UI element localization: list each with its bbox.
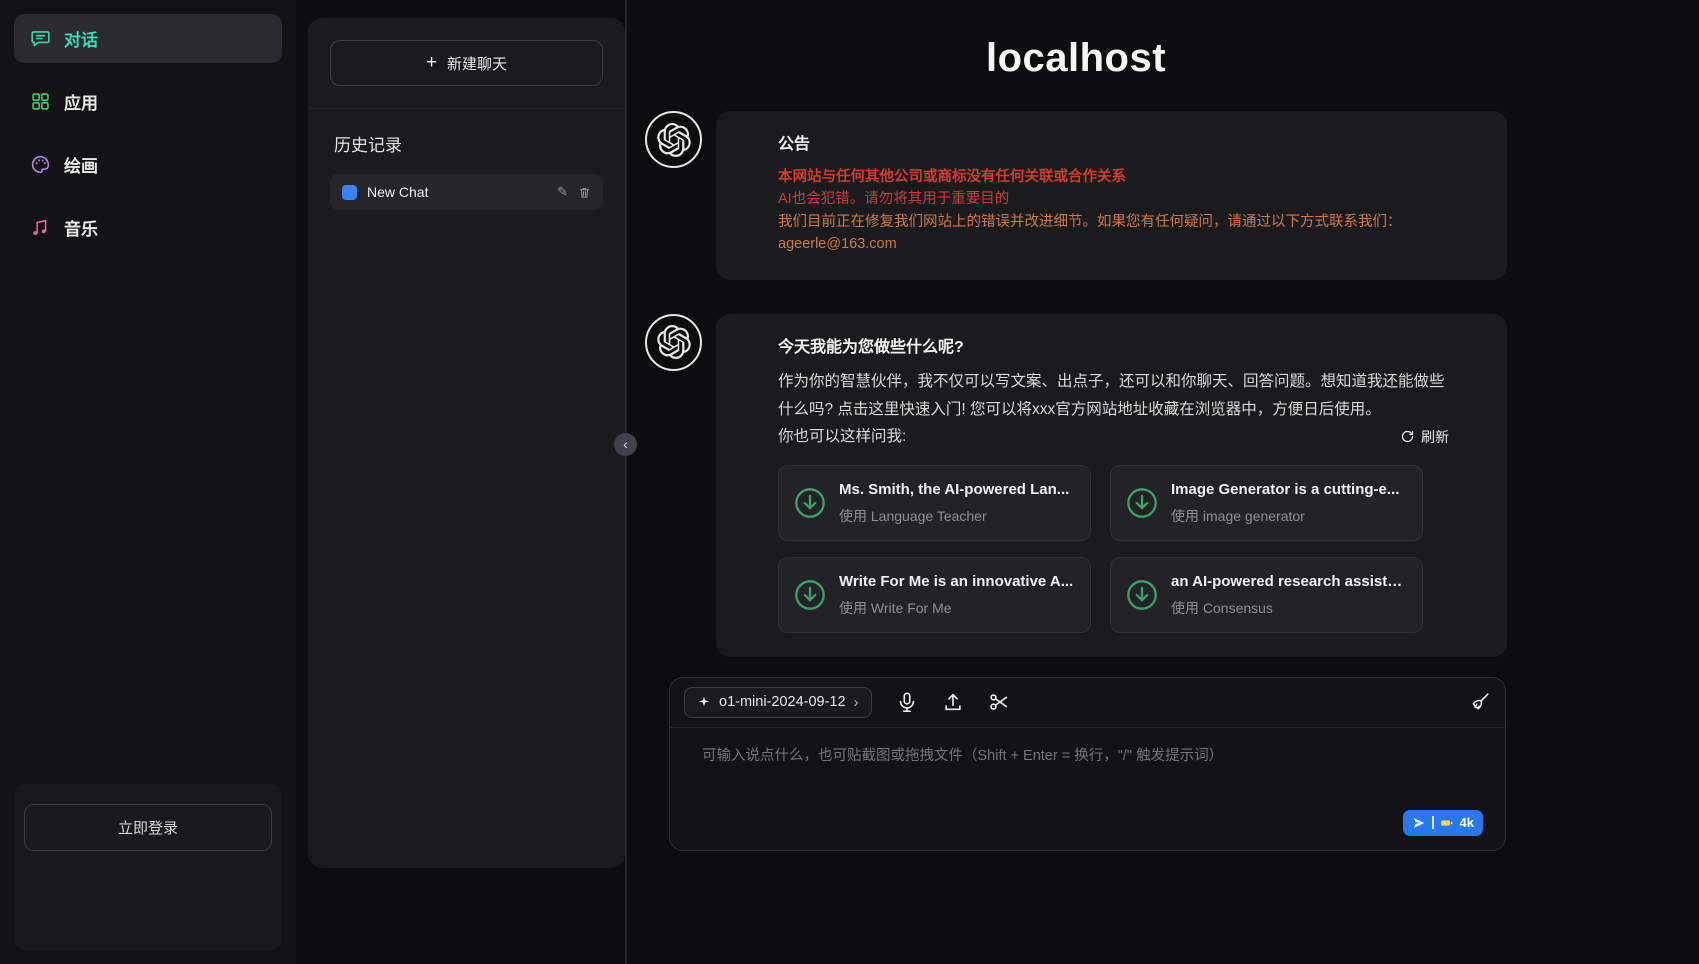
suggestion-text: Image Generator is a cutting-e... 使用 ima… (1171, 478, 1399, 528)
scissors-icon (988, 691, 1010, 713)
login-panel: 立即登录 (14, 784, 282, 950)
message-welcome: 今天我能为您做些什么呢? 作为你的智慧伙伴，我不仅可以写文案、出点子，还可以和你… (645, 314, 1507, 657)
grid-icon (30, 91, 51, 112)
sidebar-item-apps[interactable]: 应用 (14, 77, 282, 126)
composer-body: 4k (670, 728, 1505, 850)
refresh-button[interactable]: 刷新 (1400, 427, 1449, 447)
battery-icon (1440, 816, 1454, 830)
music-note-icon (30, 217, 51, 238)
suggestion-subtitle: 使用 Language Teacher (839, 506, 1069, 528)
suggestion-title: an AI-powered research assista... (1171, 570, 1408, 593)
welcome-bubble: 今天我能为您做些什么呢? 作为你的智慧伙伴，我不仅可以写文案、出点子，还可以和你… (716, 314, 1507, 657)
token-count: 4k (1460, 815, 1474, 830)
welcome-heading: 今天我能为您做些什么呢? (778, 336, 1449, 361)
suggestion-card[interactable]: an AI-powered research assista... 使用 Con… (1110, 557, 1423, 633)
refresh-label: 刷新 (1421, 427, 1449, 447)
microphone-icon (896, 691, 918, 713)
suggestion-text: Write For Me is an innovative A... 使用 Wr… (839, 570, 1073, 620)
suggestion-text: an AI-powered research assista... 使用 Con… (1171, 570, 1408, 620)
suggestion-subtitle: 使用 image generator (1171, 506, 1399, 528)
sidebar-item-label: 绘画 (64, 152, 98, 177)
chat-content: localhost 公告 本网站与任何其他公司或商标没有任何关联或合作关系 AI… (645, 0, 1507, 851)
announcement-heading: 公告 (778, 133, 1449, 158)
edit-icon[interactable]: ✎ (557, 184, 568, 200)
composer: o1-mini-2024-09-12 › (669, 677, 1506, 851)
suggestion-subtitle: 使用 Consensus (1171, 598, 1408, 620)
history-item[interactable]: New Chat ✎ (330, 174, 603, 210)
announcement-line: 本网站与任何其他公司或商标没有任何关联或合作关系 (778, 166, 1449, 188)
sidebar-item-label: 对话 (64, 26, 98, 51)
suggestion-title: Image Generator is a cutting-e... (1171, 478, 1399, 501)
login-button[interactable]: 立即登录 (24, 804, 272, 851)
history-divider (308, 108, 625, 109)
model-sparkle-icon (697, 695, 711, 709)
assistant-avatar (645, 314, 702, 371)
upload-icon (942, 691, 964, 713)
palette-icon (30, 154, 51, 175)
trash-icon[interactable] (578, 186, 591, 199)
paper-plane-icon (1412, 816, 1426, 830)
chat-bubble-icon (30, 28, 51, 49)
chat-color-icon (342, 185, 357, 200)
welcome-body: 作为你的智慧伙伴，我不仅可以写文案、出点子，还可以和你聊天、回答问题。想知道我还… (778, 368, 1449, 422)
circle-arrow-down-icon (793, 578, 827, 612)
composer-toolbar: o1-mini-2024-09-12 › (670, 678, 1505, 728)
send-button[interactable]: 4k (1403, 810, 1483, 836)
history-item-title: New Chat (367, 184, 547, 200)
sidebar-item-drawing[interactable]: 绘画 (14, 140, 282, 189)
model-name: o1-mini-2024-09-12 (719, 694, 846, 710)
sidebar-item-label: 应用 (64, 89, 98, 114)
message-input[interactable] (670, 728, 1505, 850)
history-section-title: 历史记录 (334, 131, 603, 156)
clear-context-button[interactable] (1469, 691, 1491, 713)
scissors-button[interactable] (988, 691, 1010, 713)
upload-button[interactable] (942, 691, 964, 713)
history-item-actions: ✎ (557, 184, 591, 200)
ask-hint: 你也可以这样问我: (778, 425, 906, 449)
history-panel: + 新建聊天 历史记录 New Chat ✎ (308, 18, 625, 868)
hint-row: 你也可以这样问我: 刷新 (778, 425, 1449, 449)
new-chat-label: 新建聊天 (447, 53, 507, 74)
app-root: 对话 应用 绘画 (0, 0, 1699, 964)
plus-icon: + (426, 52, 437, 74)
refresh-icon (1400, 429, 1415, 444)
suggestion-card[interactable]: Write For Me is an innovative A... 使用 Wr… (778, 557, 1091, 633)
sidebar-item-music[interactable]: 音乐 (14, 203, 282, 252)
chevron-right-icon: › (854, 694, 859, 711)
message-announcement: 公告 本网站与任何其他公司或商标没有任何关联或合作关系 AI也会犯错。请勿将其用… (645, 111, 1507, 280)
openai-logo-icon (657, 123, 691, 157)
announcement-line: AI也会犯错。请勿将其用于重要目的 (778, 188, 1449, 210)
badge-separator (1432, 816, 1434, 829)
contact-email-link[interactable]: ageerle@163.com (778, 233, 897, 255)
sidebar-item-chat[interactable]: 对话 (14, 14, 282, 63)
openai-logo-icon (657, 325, 691, 359)
announcement-bubble: 公告 本网站与任何其他公司或商标没有任何关联或合作关系 AI也会犯错。请勿将其用… (716, 111, 1507, 280)
suggestion-subtitle: 使用 Write For Me (839, 598, 1073, 620)
assistant-avatar (645, 111, 702, 168)
broom-icon (1469, 691, 1491, 713)
circle-arrow-down-icon (1125, 486, 1159, 520)
suggestion-card[interactable]: Image Generator is a cutting-e... 使用 ima… (1110, 465, 1423, 541)
circle-arrow-down-icon (1125, 578, 1159, 612)
suggestion-grid: Ms. Smith, the AI-powered Lan... 使用 Lang… (778, 465, 1449, 633)
chat-main: localhost 公告 本网站与任何其他公司或商标没有任何关联或合作关系 AI… (627, 0, 1699, 964)
suggestion-title: Write For Me is an innovative A... (839, 570, 1073, 593)
announcement-line: 我们目前正在修复我们网站上的错误并改进细节。如果您有任何疑问，请通过以下方式联系… (778, 211, 1449, 233)
sidebar-item-label: 音乐 (64, 215, 98, 240)
new-chat-button[interactable]: + 新建聊天 (330, 40, 603, 86)
suggestion-text: Ms. Smith, the AI-powered Lan... 使用 Lang… (839, 478, 1069, 528)
microphone-button[interactable] (896, 691, 918, 713)
page-title: localhost (645, 36, 1507, 81)
model-selector[interactable]: o1-mini-2024-09-12 › (684, 687, 872, 718)
suggestion-title: Ms. Smith, the AI-powered Lan... (839, 478, 1069, 501)
suggestion-card[interactable]: Ms. Smith, the AI-powered Lan... 使用 Lang… (778, 465, 1091, 541)
circle-arrow-down-icon (793, 486, 827, 520)
sidebar: 对话 应用 绘画 (0, 0, 296, 964)
